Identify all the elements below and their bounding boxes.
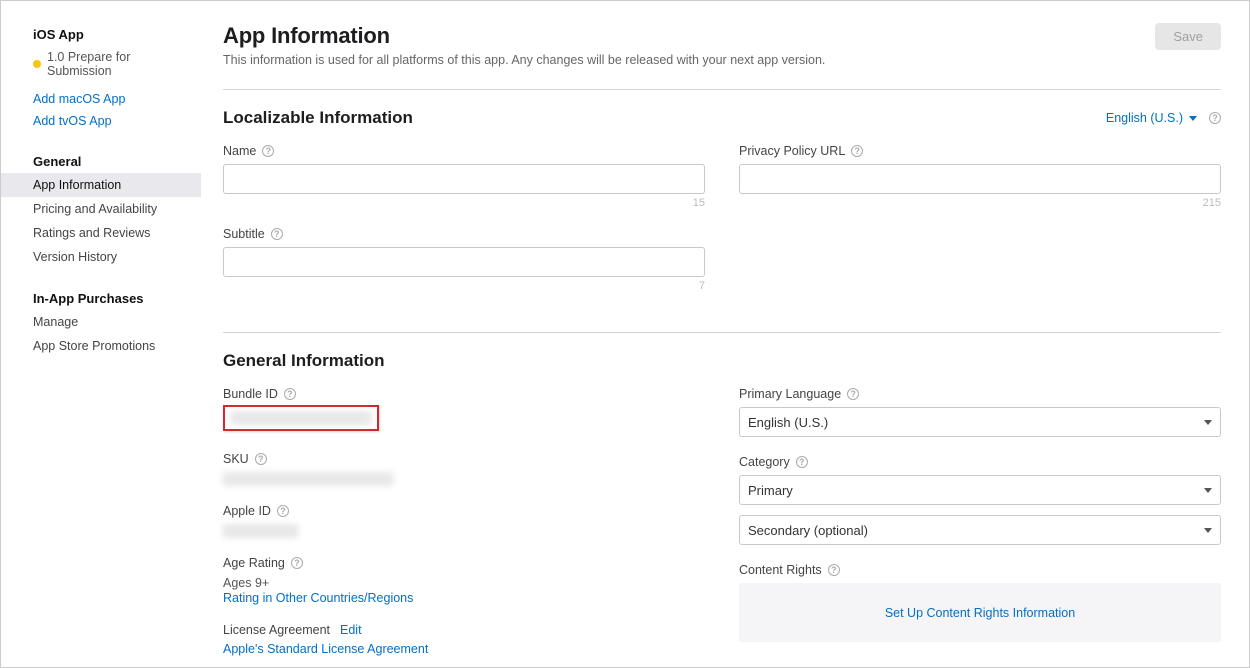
add-macos-link[interactable]: Add macOS App — [1, 88, 201, 110]
category-secondary-value: Secondary (optional) — [748, 523, 868, 538]
help-icon[interactable]: ? — [847, 388, 859, 400]
add-tvos-link[interactable]: Add tvOS App — [1, 110, 201, 132]
sidebar: iOS App 1.0 Prepare for Submission Add m… — [1, 1, 201, 667]
sidebar-item-ratings[interactable]: Ratings and Reviews — [1, 221, 201, 245]
content-rights-setup-link[interactable]: Set Up Content Rights Information — [885, 606, 1075, 620]
license-label: License Agreement — [223, 623, 330, 637]
sidebar-iap-header: In-App Purchases — [1, 287, 201, 310]
license-edit-link[interactable]: Edit — [340, 623, 362, 637]
subtitle-label: Subtitle — [223, 227, 265, 241]
sku-value-redacted — [223, 472, 393, 486]
category-primary-value: Primary — [748, 483, 793, 498]
apple-id-label: Apple ID — [223, 504, 271, 518]
localizable-section-title: Localizable Information — [223, 108, 413, 128]
bundle-id-label: Bundle ID — [223, 387, 278, 401]
sidebar-item-version-history[interactable]: Version History — [1, 245, 201, 269]
name-label: Name — [223, 144, 256, 158]
category-secondary-select[interactable]: Secondary (optional) — [739, 515, 1221, 545]
privacy-url-counter: 215 — [739, 197, 1221, 209]
help-icon[interactable]: ? — [291, 557, 303, 569]
language-picker[interactable]: English (U.S.) ? — [1106, 111, 1221, 125]
privacy-url-input[interactable] — [739, 164, 1221, 194]
subtitle-input[interactable] — [223, 247, 705, 277]
sidebar-item-version-status[interactable]: 1.0 Prepare for Submission — [1, 46, 201, 88]
help-icon[interactable]: ? — [277, 505, 289, 517]
apple-id-value-redacted — [223, 524, 298, 538]
sidebar-ios-header: iOS App — [1, 23, 201, 46]
help-icon[interactable]: ? — [262, 145, 274, 157]
divider — [223, 89, 1221, 90]
help-icon[interactable]: ? — [828, 564, 840, 576]
sidebar-item-app-information[interactable]: App Information — [1, 173, 201, 197]
name-counter: 15 — [223, 197, 705, 209]
help-icon[interactable]: ? — [851, 145, 863, 157]
help-icon[interactable]: ? — [1209, 112, 1221, 124]
sidebar-general-header: General — [1, 150, 201, 173]
privacy-url-label: Privacy Policy URL — [739, 144, 845, 158]
bundle-id-highlight — [223, 405, 379, 431]
help-icon[interactable]: ? — [796, 456, 808, 468]
age-rating-value: Ages 9+ — [223, 576, 705, 590]
category-label: Category — [739, 455, 790, 469]
chevron-down-icon — [1204, 488, 1212, 493]
sidebar-item-promotions[interactable]: App Store Promotions — [1, 334, 201, 358]
help-icon[interactable]: ? — [284, 388, 296, 400]
chevron-down-icon — [1204, 420, 1212, 425]
chevron-down-icon — [1204, 528, 1212, 533]
help-icon[interactable]: ? — [271, 228, 283, 240]
status-dot-icon — [33, 60, 41, 68]
primary-language-value: English (U.S.) — [748, 415, 828, 430]
primary-language-select[interactable]: English (U.S.) — [739, 407, 1221, 437]
category-primary-select[interactable]: Primary — [739, 475, 1221, 505]
content-rights-label: Content Rights — [739, 563, 822, 577]
status-text: 1.0 Prepare for Submission — [47, 50, 181, 78]
license-agreement-link[interactable]: Apple's Standard License Agreement — [223, 642, 428, 656]
sidebar-item-pricing[interactable]: Pricing and Availability — [1, 197, 201, 221]
sidebar-item-manage[interactable]: Manage — [1, 310, 201, 334]
subtitle-counter: 7 — [223, 280, 705, 292]
page-title: App Information — [223, 23, 825, 49]
main-content: App Information This information is used… — [201, 1, 1249, 667]
primary-language-label: Primary Language — [739, 387, 841, 401]
bundle-id-value-redacted — [231, 411, 371, 425]
age-rating-label: Age Rating — [223, 556, 285, 570]
page-desc: This information is used for all platfor… — [223, 53, 825, 67]
divider — [223, 332, 1221, 333]
age-rating-regions-link[interactable]: Rating in Other Countries/Regions — [223, 591, 413, 605]
language-picker-label: English (U.S.) — [1106, 111, 1183, 125]
chevron-down-icon — [1189, 116, 1197, 121]
name-input[interactable] — [223, 164, 705, 194]
content-rights-box: Set Up Content Rights Information — [739, 583, 1221, 642]
save-button[interactable]: Save — [1155, 23, 1221, 50]
general-section-title: General Information — [223, 351, 1221, 371]
sku-label: SKU — [223, 452, 249, 466]
help-icon[interactable]: ? — [255, 453, 267, 465]
